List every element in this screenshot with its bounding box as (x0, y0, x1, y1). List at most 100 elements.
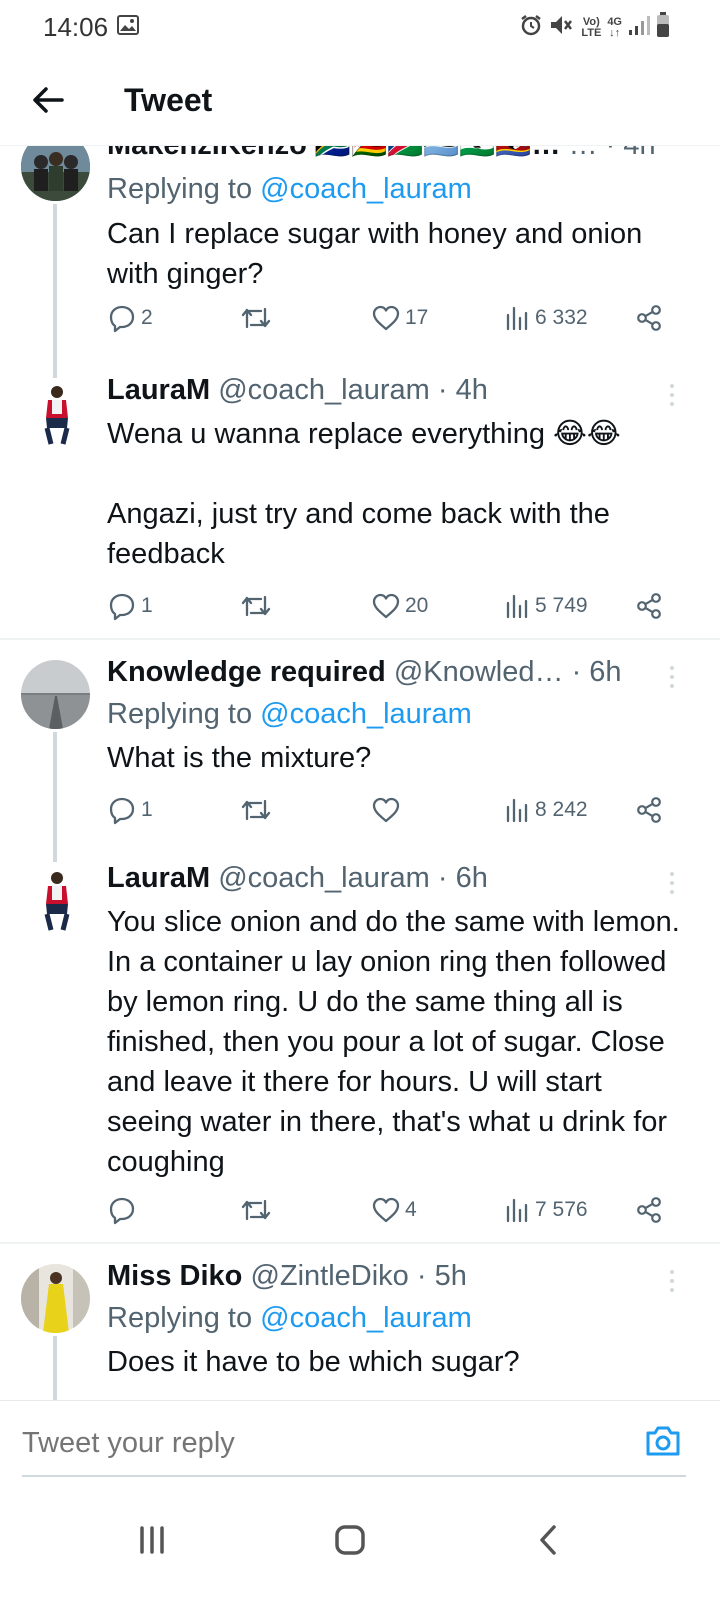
like-count: 4 (405, 1198, 417, 1221)
reply-button[interactable]: 1 (107, 588, 153, 624)
network-4g-icon: 4G ↓↑ (607, 15, 622, 39)
name-flags: 🇿🇦🇿🇼🇳🇦🇧🇼🇱🇸🇸🇿… (315, 146, 561, 161)
recent-apps-button[interactable] (122, 1510, 182, 1570)
status-icons: Vo) LTE 4G ↓↑ (519, 12, 670, 43)
reply-button[interactable] (107, 1192, 141, 1228)
mention-link[interactable]: @coach_lauram (260, 1302, 472, 1334)
timestamp: · 5h (416, 1260, 467, 1292)
reply-bar (0, 1400, 720, 1480)
reply-button[interactable]: 1 (107, 792, 153, 828)
share-button[interactable] (635, 792, 663, 828)
page-title: Tweet (124, 82, 213, 118)
tweet-header: LauraM @coach_lauram · 4h (107, 374, 670, 407)
like-button[interactable]: 20 (371, 588, 428, 624)
more-options-button[interactable] (664, 664, 680, 694)
display-name[interactable]: MakenziKenzo (107, 146, 307, 161)
views-button[interactable]: 5 749 (505, 588, 588, 624)
tweet-actions: 4 7 576 (107, 1192, 677, 1228)
home-icon (335, 1525, 365, 1555)
handle[interactable]: @Knowled… (394, 656, 564, 688)
tweet-1[interactable]: MakenziKenzo 🇿🇦🇿🇼🇳🇦🇧🇼🇱🇸🇸🇿… … · 4h Replyi… (0, 146, 720, 394)
avatar[interactable] (21, 864, 90, 933)
views-button[interactable]: 6 332 (505, 300, 588, 336)
timestamp: · 4h (437, 374, 488, 406)
like-button[interactable] (371, 792, 405, 828)
tweet-3[interactable]: Knowledge required @Knowled… · 6h Replyi… (0, 640, 720, 862)
tweet-header: LauraM @coach_lauram · 6h (107, 862, 670, 895)
handle[interactable]: @ZintleDiko (250, 1260, 408, 1292)
retweet-button[interactable] (239, 1192, 277, 1228)
tweet-5[interactable]: Miss Diko @ZintleDiko · 5h Replying to @… (0, 1244, 720, 1400)
mute-icon (549, 13, 575, 42)
tweet-header: MakenziKenzo 🇿🇦🇿🇼🇳🇦🇧🇼🇱🇸🇸🇿… … · 4h (107, 146, 670, 162)
tweet-text: Can I replace sugar with honey and onion… (107, 218, 651, 290)
share-button[interactable] (635, 300, 663, 336)
status-time: 14:06 (43, 12, 109, 42)
display-name[interactable]: LauraM (107, 862, 210, 894)
system-nav-bar (0, 1480, 720, 1600)
tweet-header: Miss Diko @ZintleDiko · 5h (107, 1260, 670, 1293)
retweet-icon (241, 1199, 271, 1221)
thread-line (53, 732, 57, 862)
more-options-button[interactable] (664, 382, 680, 412)
reply-count: 1 (141, 594, 153, 617)
more-vertical-icon (670, 384, 674, 406)
tweet-text: Wena u wanna replace everything 😂😂 Angaz… (107, 418, 621, 570)
share-button[interactable] (635, 1192, 663, 1228)
battery-icon (656, 12, 670, 43)
reply-icon (109, 797, 135, 825)
camera-button[interactable] (644, 1423, 682, 1459)
share-icon (637, 797, 661, 823)
like-button[interactable]: 4 (371, 1192, 417, 1228)
display-name[interactable]: Miss Diko (107, 1260, 242, 1292)
avatar[interactable] (21, 1264, 90, 1333)
reply-feed[interactable]: MakenziKenzo 🇿🇦🇿🇼🇳🇦🇧🇼🇱🇸🇸🇿… … · 4h Replyi… (0, 146, 720, 1400)
more-options-button[interactable] (664, 870, 680, 900)
reply-input[interactable] (22, 1427, 622, 1460)
views-count: 6 332 (535, 306, 588, 329)
tweet-2[interactable]: LauraM @coach_lauram · 4h Wena u wanna r… (0, 366, 720, 638)
tweet-text: Does it have to be which sugar? (107, 1346, 520, 1378)
like-button[interactable]: 17 (371, 300, 428, 336)
retweet-button[interactable] (239, 300, 277, 336)
like-count: 17 (405, 306, 429, 329)
retweet-button[interactable] (239, 588, 277, 624)
mention-link[interactable]: @coach_lauram (260, 698, 472, 730)
display-name[interactable]: Knowledge required (107, 656, 386, 688)
display-name[interactable]: LauraM (107, 374, 210, 406)
share-icon (637, 1197, 661, 1223)
like-count: 20 (405, 594, 429, 617)
views-button[interactable]: 8 242 (505, 792, 588, 828)
tweet-text: You slice onion and do the same with lem… (107, 906, 688, 1178)
heart-icon (372, 305, 400, 331)
avatar[interactable] (21, 146, 90, 201)
views-icon (506, 798, 528, 823)
views-icon (506, 306, 528, 331)
mention-link[interactable]: @coach_lauram (260, 173, 472, 205)
handle[interactable]: @coach_lauram (218, 374, 430, 406)
share-button[interactable] (635, 588, 663, 624)
reply-icon (109, 1197, 135, 1225)
retweet-icon (241, 799, 271, 821)
arrow-left-icon (33, 87, 64, 113)
handle[interactable]: @coach_lauram (218, 862, 430, 894)
avatar[interactable] (21, 660, 90, 729)
back-button[interactable] (28, 80, 68, 120)
replying-to-prefix: Replying to (107, 1302, 253, 1334)
back-icon (540, 1525, 556, 1555)
retweet-icon (241, 307, 271, 329)
share-icon (637, 305, 661, 331)
nav-back-button[interactable] (518, 1510, 578, 1570)
retweet-button[interactable] (239, 792, 277, 828)
handle[interactable]: … (569, 146, 598, 161)
more-options-button[interactable] (664, 1268, 680, 1298)
reply-underline (22, 1475, 686, 1477)
heart-icon (372, 797, 400, 823)
views-count: 5 749 (535, 594, 588, 617)
tweet-4[interactable]: LauraM @coach_lauram · 6h You slice onio… (0, 850, 720, 1242)
views-button[interactable]: 7 576 (505, 1192, 588, 1228)
home-button[interactable] (320, 1510, 380, 1570)
reply-button[interactable]: 2 (107, 300, 153, 336)
views-icon (506, 594, 528, 619)
avatar[interactable] (21, 378, 90, 447)
